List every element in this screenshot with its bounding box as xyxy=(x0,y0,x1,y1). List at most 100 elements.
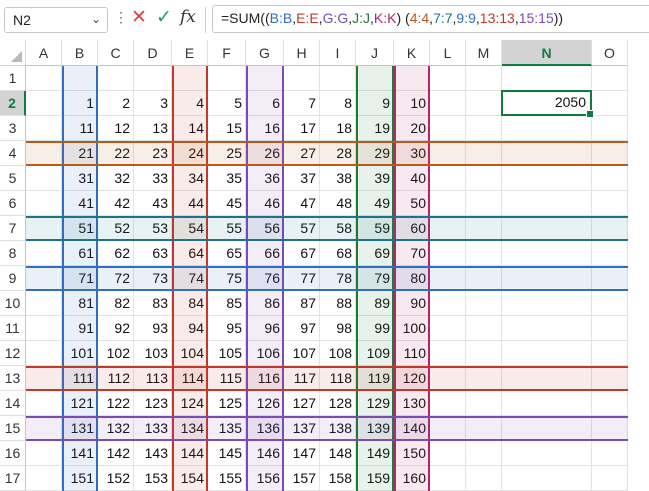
cell-o4[interactable] xyxy=(592,141,628,166)
cell-n14[interactable] xyxy=(502,391,592,416)
cell-c16[interactable]: 142 xyxy=(98,441,134,466)
cell-d9[interactable]: 73 xyxy=(134,266,172,291)
cell-k15[interactable]: 140 xyxy=(394,416,430,441)
cell-c11[interactable]: 92 xyxy=(98,316,134,341)
cell-h4[interactable]: 27 xyxy=(284,141,320,166)
cell-n12[interactable] xyxy=(502,341,592,366)
cell-n3[interactable] xyxy=(502,116,592,141)
row-header-15[interactable]: 15 xyxy=(0,416,26,441)
cell-k12[interactable]: 110 xyxy=(394,341,430,366)
cell-i2[interactable]: 8 xyxy=(320,91,356,116)
cell-d16[interactable]: 143 xyxy=(134,441,172,466)
cell-h3[interactable]: 17 xyxy=(284,116,320,141)
cell-m14[interactable] xyxy=(466,391,502,416)
cell-a4[interactable] xyxy=(26,141,62,166)
cell-i1[interactable] xyxy=(320,66,356,91)
cell-b1[interactable] xyxy=(62,66,98,91)
row-header-7[interactable]: 7 xyxy=(0,216,26,241)
cell-l17[interactable] xyxy=(430,466,466,491)
cell-a8[interactable] xyxy=(26,241,62,266)
cell-n4[interactable] xyxy=(502,141,592,166)
cell-c5[interactable]: 32 xyxy=(98,166,134,191)
cell-f4[interactable]: 25 xyxy=(208,141,246,166)
cell-a17[interactable] xyxy=(26,466,62,491)
cell-i13[interactable]: 118 xyxy=(320,366,356,391)
cell-k5[interactable]: 40 xyxy=(394,166,430,191)
cell-m5[interactable] xyxy=(466,166,502,191)
cell-n17[interactable] xyxy=(502,466,592,491)
cell-i6[interactable]: 48 xyxy=(320,191,356,216)
cell-h11[interactable]: 97 xyxy=(284,316,320,341)
cell-e2[interactable]: 4 xyxy=(172,91,208,116)
cell-c12[interactable]: 102 xyxy=(98,341,134,366)
cell-e7[interactable]: 54 xyxy=(172,216,208,241)
cell-f12[interactable]: 105 xyxy=(208,341,246,366)
row-header-9[interactable]: 9 xyxy=(0,266,26,291)
cell-f2[interactable]: 5 xyxy=(208,91,246,116)
cell-b10[interactable]: 81 xyxy=(62,291,98,316)
cell-d1[interactable] xyxy=(134,66,172,91)
cell-k9[interactable]: 80 xyxy=(394,266,430,291)
cell-m17[interactable] xyxy=(466,466,502,491)
cell-e15[interactable]: 134 xyxy=(172,416,208,441)
cell-l8[interactable] xyxy=(430,241,466,266)
row-header-12[interactable]: 12 xyxy=(0,341,26,366)
cell-d6[interactable]: 43 xyxy=(134,191,172,216)
column-header-n[interactable]: N xyxy=(502,40,592,66)
cell-j3[interactable]: 19 xyxy=(356,116,394,141)
cell-b8[interactable]: 61 xyxy=(62,241,98,266)
cell-i3[interactable]: 18 xyxy=(320,116,356,141)
cell-m10[interactable] xyxy=(466,291,502,316)
cell-g14[interactable]: 126 xyxy=(246,391,284,416)
cell-d2[interactable]: 3 xyxy=(134,91,172,116)
cell-n8[interactable] xyxy=(502,241,592,266)
cell-o12[interactable] xyxy=(592,341,628,366)
cell-e17[interactable]: 154 xyxy=(172,466,208,491)
cell-m2[interactable] xyxy=(466,91,502,116)
cell-l15[interactable] xyxy=(430,416,466,441)
cell-a11[interactable] xyxy=(26,316,62,341)
cell-g12[interactable]: 106 xyxy=(246,341,284,366)
cell-g3[interactable]: 16 xyxy=(246,116,284,141)
checkmark-icon[interactable]: ✓ xyxy=(156,6,172,29)
cell-o2[interactable] xyxy=(592,91,628,116)
cell-m12[interactable] xyxy=(466,341,502,366)
cell-m8[interactable] xyxy=(466,241,502,266)
cell-b13[interactable]: 111 xyxy=(62,366,98,391)
cell-o5[interactable] xyxy=(592,166,628,191)
cell-d14[interactable]: 123 xyxy=(134,391,172,416)
cell-h12[interactable]: 107 xyxy=(284,341,320,366)
cell-g1[interactable] xyxy=(246,66,284,91)
cell-o15[interactable] xyxy=(592,416,628,441)
cell-h13[interactable]: 117 xyxy=(284,366,320,391)
cell-a14[interactable] xyxy=(26,391,62,416)
cell-o6[interactable] xyxy=(592,191,628,216)
row-header-16[interactable]: 16 xyxy=(0,441,26,466)
cell-l1[interactable] xyxy=(430,66,466,91)
cell-j2[interactable]: 9 xyxy=(356,91,394,116)
column-header-e[interactable]: E xyxy=(172,40,208,66)
row-header-6[interactable]: 6 xyxy=(0,191,26,216)
row-header-5[interactable]: 5 xyxy=(0,166,26,191)
cell-f15[interactable]: 135 xyxy=(208,416,246,441)
cell-c13[interactable]: 112 xyxy=(98,366,134,391)
cell-n16[interactable] xyxy=(502,441,592,466)
cell-k6[interactable]: 50 xyxy=(394,191,430,216)
column-header-d[interactable]: D xyxy=(134,40,172,66)
cell-e4[interactable]: 24 xyxy=(172,141,208,166)
cell-l11[interactable] xyxy=(430,316,466,341)
cell-h5[interactable]: 37 xyxy=(284,166,320,191)
cell-a9[interactable] xyxy=(26,266,62,291)
cell-g2[interactable]: 6 xyxy=(246,91,284,116)
cell-h2[interactable]: 7 xyxy=(284,91,320,116)
cell-j8[interactable]: 69 xyxy=(356,241,394,266)
fx-icon[interactable]: fx xyxy=(180,7,196,27)
cell-e12[interactable]: 104 xyxy=(172,341,208,366)
column-header-c[interactable]: C xyxy=(98,40,134,66)
fill-handle[interactable] xyxy=(586,110,594,118)
cell-f5[interactable]: 35 xyxy=(208,166,246,191)
cell-i11[interactable]: 98 xyxy=(320,316,356,341)
cell-m9[interactable] xyxy=(466,266,502,291)
cell-j10[interactable]: 89 xyxy=(356,291,394,316)
row-header-4[interactable]: 4 xyxy=(0,141,26,166)
